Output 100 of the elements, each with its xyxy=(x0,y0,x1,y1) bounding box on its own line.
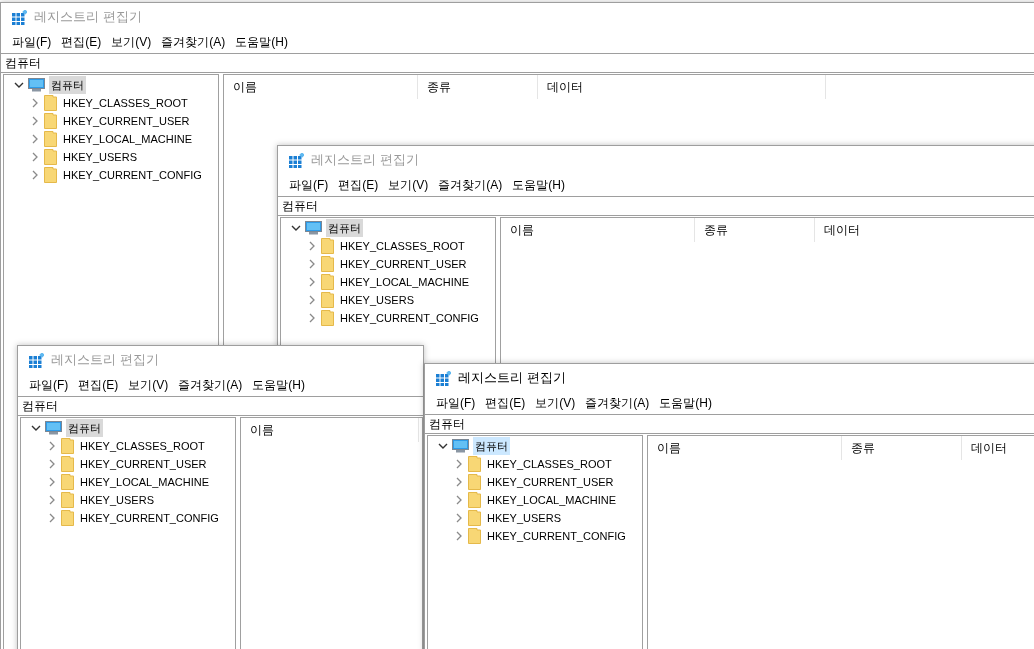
tree-item[interactable]: 컴퓨터 xyxy=(49,76,86,94)
tree-item[interactable]: HKEY_CLASSES_ROOT xyxy=(338,237,467,255)
chevron-right-icon[interactable] xyxy=(30,170,40,180)
column-header[interactable]: 이름 xyxy=(241,418,419,442)
column-header[interactable]: 이름 xyxy=(648,436,842,460)
column-header[interactable]: 데이터 xyxy=(815,218,1034,242)
menu-item[interactable]: 보기(V) xyxy=(107,33,156,51)
chevron-right-icon[interactable] xyxy=(30,98,40,108)
chevron-down-icon[interactable] xyxy=(14,81,24,89)
chevron-right-icon[interactable] xyxy=(307,295,317,305)
folder-icon xyxy=(44,113,57,129)
menu-item[interactable]: 즐겨찾기(A) xyxy=(581,394,654,412)
menu-item[interactable]: 보기(V) xyxy=(124,376,173,394)
menu-item[interactable]: 편집(E) xyxy=(57,33,106,51)
menu-item[interactable]: 파일(F) xyxy=(8,33,56,51)
menu-item[interactable]: 편집(E) xyxy=(74,376,123,394)
tree-item[interactable]: HKEY_CURRENT_USER xyxy=(61,112,192,130)
menu-item[interactable]: 도움말(H) xyxy=(248,376,309,394)
tree-item[interactable]: HKEY_CURRENT_USER xyxy=(78,455,209,473)
chevron-right-icon[interactable] xyxy=(47,495,57,505)
folder-icon xyxy=(321,292,334,308)
menu-item[interactable]: 파일(F) xyxy=(25,376,73,394)
chevron-right-icon[interactable] xyxy=(454,477,464,487)
computer-icon xyxy=(305,221,322,235)
column-header[interactable]: 데이터 xyxy=(962,436,1034,460)
folder-icon xyxy=(468,474,481,490)
column-header[interactable]: 종류 xyxy=(695,218,815,242)
address-field[interactable]: 컴퓨터 xyxy=(278,196,1034,216)
chevron-right-icon[interactable] xyxy=(47,513,57,523)
address-field[interactable]: 컴퓨터 xyxy=(1,53,1034,73)
folder-icon xyxy=(321,310,334,326)
menu-item[interactable]: 편집(E) xyxy=(481,394,530,412)
menu-item[interactable]: 즐겨찾기(A) xyxy=(434,176,507,194)
chevron-right-icon[interactable] xyxy=(454,459,464,469)
chevron-right-icon[interactable] xyxy=(454,513,464,523)
folder-icon xyxy=(468,492,481,508)
tree-item[interactable]: HKEY_CURRENT_CONFIG xyxy=(485,527,628,545)
folder-icon xyxy=(468,528,481,544)
tree-item[interactable]: HKEY_CURRENT_USER xyxy=(338,255,469,273)
chevron-right-icon[interactable] xyxy=(307,277,317,287)
tree-item[interactable]: HKEY_USERS xyxy=(78,491,156,509)
address-field[interactable]: 컴퓨터 xyxy=(425,414,1034,434)
folder-icon xyxy=(44,131,57,147)
tree-item[interactable]: HKEY_USERS xyxy=(61,148,139,166)
chevron-right-icon[interactable] xyxy=(47,459,57,469)
tree-item[interactable]: 컴퓨터 xyxy=(326,219,363,237)
window-title: 레지스트리 편집기 xyxy=(51,351,159,370)
chevron-right-icon[interactable] xyxy=(307,241,317,251)
tree-item[interactable]: HKEY_USERS xyxy=(485,509,563,527)
column-header[interactable]: 이름 xyxy=(224,75,418,99)
menu-item[interactable]: 편집(E) xyxy=(334,176,383,194)
tree-item[interactable]: 컴퓨터 xyxy=(66,419,103,437)
chevron-right-icon[interactable] xyxy=(30,152,40,162)
chevron-right-icon[interactable] xyxy=(454,495,464,505)
chevron-right-icon[interactable] xyxy=(307,259,317,269)
tree-item[interactable]: HKEY_CLASSES_ROOT xyxy=(78,437,207,455)
chevron-down-icon[interactable] xyxy=(438,442,448,450)
menu-item[interactable]: 보기(V) xyxy=(531,394,580,412)
tree-item[interactable]: HKEY_CLASSES_ROOT xyxy=(485,455,614,473)
menu-item[interactable]: 파일(F) xyxy=(285,176,333,194)
chevron-right-icon[interactable] xyxy=(47,477,57,487)
chevron-right-icon[interactable] xyxy=(30,134,40,144)
folder-icon xyxy=(44,95,57,111)
chevron-right-icon[interactable] xyxy=(454,531,464,541)
window-title: 레지스트리 편집기 xyxy=(458,369,566,388)
folder-icon xyxy=(321,238,334,254)
registry-grid-icon xyxy=(29,352,44,368)
chevron-down-icon[interactable] xyxy=(31,424,41,432)
column-header[interactable]: 데이터 xyxy=(538,75,826,99)
menu-item[interactable]: 파일(F) xyxy=(432,394,480,412)
folder-icon xyxy=(468,510,481,526)
chevron-down-icon[interactable] xyxy=(291,224,301,232)
tree-item[interactable]: HKEY_LOCAL_MACHINE xyxy=(338,273,471,291)
tree-item[interactable]: HKEY_USERS xyxy=(338,291,416,309)
tree-item[interactable]: HKEY_LOCAL_MACHINE xyxy=(61,130,194,148)
folder-icon xyxy=(321,274,334,290)
tree-item[interactable]: HKEY_LOCAL_MACHINE xyxy=(78,473,211,491)
tree-item[interactable]: HKEY_CURRENT_CONFIG xyxy=(338,309,481,327)
column-header[interactable]: 이름 xyxy=(501,218,695,242)
registry-grid-icon xyxy=(12,9,27,25)
computer-icon xyxy=(45,421,62,435)
tree-item[interactable]: HKEY_CURRENT_USER xyxy=(485,473,616,491)
tree-item[interactable]: HKEY_CURRENT_CONFIG xyxy=(78,509,221,527)
chevron-right-icon[interactable] xyxy=(307,313,317,323)
menu-item[interactable]: 도움말(H) xyxy=(231,33,292,51)
menu-item[interactable]: 즐겨찾기(A) xyxy=(174,376,247,394)
menu-item[interactable]: 보기(V) xyxy=(384,176,433,194)
menu-item[interactable]: 도움말(H) xyxy=(655,394,716,412)
menu-item[interactable]: 즐겨찾기(A) xyxy=(157,33,230,51)
chevron-right-icon[interactable] xyxy=(47,441,57,451)
chevron-right-icon[interactable] xyxy=(30,116,40,126)
column-header[interactable]: 종류 xyxy=(842,436,962,460)
tree-item[interactable]: HKEY_CURRENT_CONFIG xyxy=(61,166,204,184)
address-field[interactable]: 컴퓨터 xyxy=(18,396,423,416)
column-header[interactable]: 종류 xyxy=(418,75,538,99)
folder-icon xyxy=(61,492,74,508)
menu-item[interactable]: 도움말(H) xyxy=(508,176,569,194)
tree-item[interactable]: HKEY_CLASSES_ROOT xyxy=(61,94,190,112)
tree-item[interactable]: 컴퓨터 xyxy=(473,437,510,455)
tree-item[interactable]: HKEY_LOCAL_MACHINE xyxy=(485,491,618,509)
